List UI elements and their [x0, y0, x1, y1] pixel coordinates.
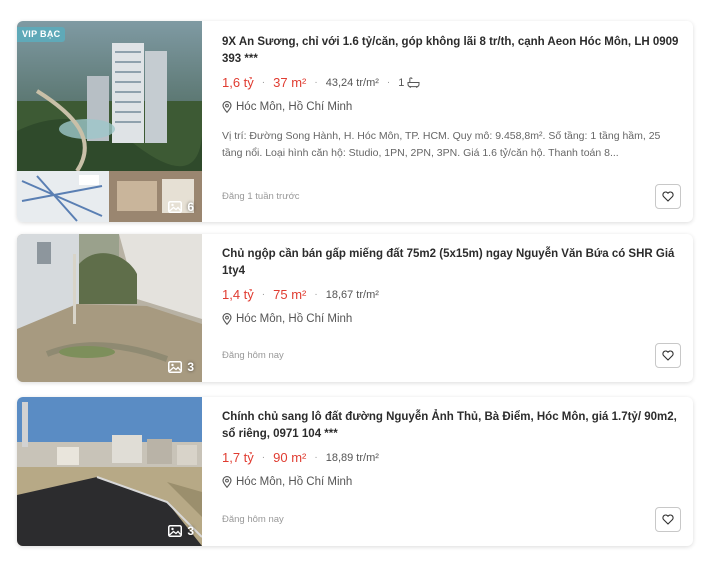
price-per-m2: 18,67 tr/m² [325, 288, 379, 301]
save-favorite-button[interactable] [655, 184, 681, 209]
photo-count[interactable]: 6 [168, 200, 194, 214]
price: 1,4 tỷ [222, 287, 254, 302]
listing-specs: 1,7 tỷ · 90 m² · 18,89 tr/m² [222, 450, 379, 465]
location: Hóc Môn, Hồ Chí Minh [222, 476, 352, 488]
location-text: Hóc Môn, Hồ Chí Minh [236, 313, 353, 325]
location-pin-icon [222, 476, 232, 488]
posted-time: Đăng 1 tuần trước [222, 191, 300, 202]
posted-time: Đăng hôm nay [222, 514, 284, 525]
area: 75 m² [273, 287, 307, 302]
separator: · [314, 289, 318, 300]
heart-outline-icon [662, 350, 674, 361]
location-text: Hóc Môn, Hồ Chí Minh [236, 101, 353, 113]
separator: · [314, 77, 318, 88]
listing-image[interactable]: 3 [17, 234, 202, 382]
price-per-m2: 18,89 tr/m² [325, 451, 379, 464]
location: Hóc Môn, Hồ Chí Minh [222, 101, 352, 113]
save-favorite-button[interactable] [655, 343, 681, 368]
price: 1,6 tỷ [222, 75, 254, 90]
save-favorite-button[interactable] [655, 507, 681, 532]
location-text: Hóc Môn, Hồ Chí Minh [236, 476, 353, 488]
image-gallery-icon [168, 525, 183, 537]
listing-specs: 1,6 tỷ · 37 m² · 43,24 tr/m² · 1 [222, 75, 420, 90]
image-gallery-icon [168, 361, 183, 373]
photo-count-value: 3 [187, 360, 194, 374]
area: 90 m² [273, 450, 307, 465]
vip-badge: VIP BẠC [17, 27, 66, 42]
location-pin-icon [222, 313, 232, 325]
location-pin-icon [222, 101, 232, 113]
price-per-m2: 43,24 tr/m² [325, 76, 379, 89]
bathroom-count: 1 [398, 77, 420, 89]
location: Hóc Môn, Hồ Chí Minh [222, 313, 352, 325]
separator: · [261, 289, 266, 300]
listing-specs: 1,4 tỷ · 75 m² · 18,67 tr/m² [222, 287, 379, 302]
bathroom-count-value: 1 [398, 76, 405, 89]
separator: · [261, 452, 266, 463]
photo-count-value: 6 [187, 200, 194, 214]
separator: · [386, 77, 391, 88]
posted-time: Đăng hôm nay [222, 350, 284, 361]
listing-title[interactable]: 9X An Sương, chỉ với 1.6 tỷ/căn, góp khô… [222, 34, 681, 68]
photo-count[interactable]: 3 [168, 360, 194, 374]
area: 37 m² [273, 75, 307, 90]
heart-outline-icon [662, 514, 674, 525]
price: 1,7 tỷ [222, 450, 254, 465]
listing-image[interactable]: 3 [17, 397, 202, 546]
photo-count[interactable]: 3 [168, 524, 194, 538]
listing-title[interactable]: Chính chủ sang lô đất đường Nguyễn Ảnh T… [222, 409, 681, 443]
heart-outline-icon [662, 191, 674, 202]
photo-count-value: 3 [187, 524, 194, 538]
separator: · [261, 77, 266, 88]
listing-card[interactable]: VIP BẠC 6 9X An Sương, chỉ với 1.6 tỷ/că… [17, 21, 693, 222]
image-gallery-icon [168, 201, 183, 213]
bathtub-icon [407, 77, 420, 88]
listing-card[interactable]: 3 Chính chủ sang lô đất đường Nguyễn Ảnh… [17, 397, 693, 546]
listing-image[interactable]: VIP BẠC 6 [17, 21, 202, 222]
listing-card[interactable]: 3 Chủ ngộp cần bán gấp miếng đất 75m2 (5… [17, 234, 693, 382]
listing-title[interactable]: Chủ ngộp cần bán gấp miếng đất 75m2 (5x1… [222, 246, 681, 280]
building-photo [17, 21, 202, 222]
separator: · [314, 452, 318, 463]
listing-description: Vị trí: Đường Song Hành, H. Hóc Môn, TP.… [222, 130, 661, 159]
